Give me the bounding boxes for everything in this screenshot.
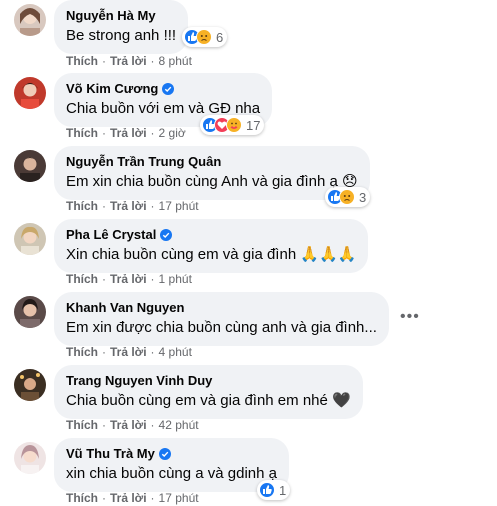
reply-button[interactable]: Trả lời bbox=[110, 126, 147, 140]
reaction-summary[interactable]: 3 bbox=[325, 187, 371, 207]
comment-actions: Thích · Trả lời · 42 phút bbox=[66, 418, 199, 432]
like-button[interactable]: Thích bbox=[66, 272, 98, 286]
commenter-name-text[interactable]: Vũ Thu Trà My bbox=[66, 445, 155, 462]
care-icon bbox=[226, 117, 242, 133]
reply-button[interactable]: Trả lời bbox=[110, 418, 147, 432]
comment-text: Em xin được chia buồn cùng anh và gia đì… bbox=[66, 319, 377, 336]
timestamp[interactable]: 2 giờ bbox=[159, 126, 186, 140]
like-button[interactable]: Thích bbox=[66, 418, 98, 432]
comment-actions: Thích · Trả lời · 17 phút bbox=[66, 199, 199, 213]
avatar[interactable] bbox=[14, 223, 46, 255]
timestamp[interactable]: 42 phút bbox=[159, 418, 199, 432]
commenter-name-text[interactable]: Nguyễn Trần Trung Quân bbox=[66, 153, 221, 170]
reply-button[interactable]: Trả lời bbox=[110, 54, 147, 68]
commenter-name-text[interactable]: Khanh Van Nguyen bbox=[66, 299, 184, 316]
sad-icon bbox=[196, 29, 212, 45]
reply-button[interactable]: Trả lời bbox=[110, 272, 147, 286]
reaction-summary[interactable]: 17 bbox=[200, 115, 265, 135]
comment-bubble: Nguyễn Trần Trung Quân Em xin chia buồn … bbox=[54, 146, 370, 200]
comment-bubble: Pha Lê Crystal Xin chia buồn cùng em và … bbox=[54, 219, 369, 273]
avatar[interactable] bbox=[14, 369, 46, 401]
like-button[interactable]: Thích bbox=[66, 199, 98, 213]
avatar[interactable] bbox=[14, 4, 46, 36]
avatar[interactable] bbox=[14, 296, 46, 328]
commenter-name-text[interactable]: Nguyễn Hà My bbox=[66, 7, 156, 24]
commenter-name[interactable]: Pha Lê Crystal bbox=[66, 226, 356, 243]
comment-text: Em xin chia buồn cùng Anh và gia đình ạ … bbox=[66, 173, 358, 190]
reaction-count: 6 bbox=[216, 29, 224, 45]
commenter-name[interactable]: Võ Kim Cương bbox=[66, 80, 260, 97]
comment-text: Chia buồn cùng em và gia đình em nhé 🖤 bbox=[66, 392, 351, 409]
comment-actions: Thích · Trả lời · 1 phút bbox=[66, 272, 192, 286]
reaction-count: 17 bbox=[246, 117, 261, 133]
comment-actions: Thích · Trả lời · 17 phút bbox=[66, 491, 199, 505]
commenter-name[interactable]: Nguyễn Trần Trung Quân bbox=[66, 153, 358, 170]
timestamp[interactable]: 8 phút bbox=[159, 54, 192, 68]
comment-bubble: Nguyễn Hà My Be strong anh !!! bbox=[54, 0, 189, 54]
reply-button[interactable]: Trả lời bbox=[110, 345, 147, 359]
comment-bubble: Vũ Thu Trà My xin chia buồn cùng a và gd… bbox=[54, 438, 289, 492]
reaction-summary[interactable]: 6 bbox=[182, 27, 228, 47]
verified-badge-icon bbox=[158, 447, 171, 460]
comment-bubble: Trang Nguyen Vinh Duy Chia buồn cùng em … bbox=[54, 365, 363, 419]
comment-text: Be strong anh !!! bbox=[66, 27, 177, 44]
commenter-name-text[interactable]: Trang Nguyen Vinh Duy bbox=[66, 372, 212, 389]
reaction-count: 3 bbox=[359, 189, 367, 205]
verified-badge-icon bbox=[160, 228, 173, 241]
commenter-name[interactable]: Nguyễn Hà My bbox=[66, 7, 176, 24]
timestamp[interactable]: 17 phút bbox=[159, 199, 199, 213]
avatar[interactable] bbox=[14, 442, 46, 474]
commenter-name[interactable]: Khanh Van Nguyen bbox=[66, 299, 377, 316]
comment-bubble: Khanh Van Nguyen Em xin được chia buồn c… bbox=[54, 292, 389, 346]
reaction-summary[interactable]: 1 bbox=[257, 480, 291, 500]
verified-badge-icon bbox=[162, 82, 175, 95]
timestamp[interactable]: 4 phút bbox=[159, 345, 192, 359]
reaction-count: 1 bbox=[279, 482, 287, 498]
commenter-name[interactable]: Vũ Thu Trà My bbox=[66, 445, 277, 462]
commenter-name-text[interactable]: Pha Lê Crystal bbox=[66, 226, 156, 243]
comment-text: Xin chia buồn cùng em và gia đình 🙏🙏🙏 bbox=[66, 246, 357, 263]
reply-button[interactable]: Trả lời bbox=[110, 199, 147, 213]
timestamp[interactable]: 1 phút bbox=[159, 272, 192, 286]
avatar[interactable] bbox=[14, 150, 46, 182]
like-icon bbox=[259, 482, 275, 498]
avatar[interactable] bbox=[14, 77, 46, 109]
comment-text: xin chia buồn cùng a và gdinh ạ bbox=[66, 465, 277, 482]
commenter-name[interactable]: Trang Nguyen Vinh Duy bbox=[66, 372, 351, 389]
comment-actions: Thích · Trả lời · 4 phút bbox=[66, 345, 192, 359]
comment-actions: Thích · Trả lời · 2 giờ bbox=[66, 126, 186, 140]
commenter-name-text[interactable]: Võ Kim Cương bbox=[66, 80, 158, 97]
like-button[interactable]: Thích bbox=[66, 54, 98, 68]
like-button[interactable]: Thích bbox=[66, 345, 98, 359]
like-button[interactable]: Thích bbox=[66, 126, 98, 140]
sad-icon bbox=[339, 189, 355, 205]
comment-actions: Thích · Trả lời · 8 phút bbox=[66, 54, 192, 68]
more-options-icon[interactable]: ••• bbox=[400, 309, 419, 325]
